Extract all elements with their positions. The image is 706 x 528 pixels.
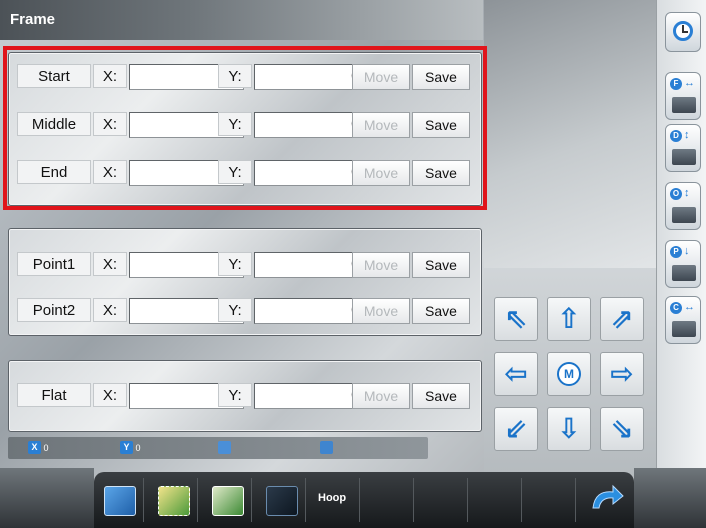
- frame-tool-button[interactable]: [94, 478, 144, 522]
- move-button[interactable]: Move: [352, 160, 410, 186]
- save-button[interactable]: Save: [412, 252, 470, 278]
- y-icon: Y: [120, 441, 133, 454]
- move-down-right-button[interactable]: ⇘: [600, 407, 644, 451]
- frame-points-group: Start X: 0 Y: 0 Move Save Middle X: 0 Y:…: [8, 52, 482, 206]
- dark-frame-icon: [266, 486, 298, 516]
- row-label: Middle: [17, 112, 91, 136]
- shape-status: [320, 441, 333, 455]
- m-icon: M: [557, 362, 581, 386]
- machine-d-icon: D: [670, 130, 682, 142]
- middle-row: Middle X: 0 Y: 0 Move Save: [9, 109, 481, 139]
- row-label: End: [17, 160, 91, 184]
- machine-c-button[interactable]: C ↔: [665, 296, 701, 344]
- save-button[interactable]: Save: [412, 64, 470, 90]
- dark-frame-tool-button[interactable]: [256, 478, 306, 522]
- move-button[interactable]: Move: [352, 112, 410, 138]
- y-label: Y:: [218, 112, 252, 136]
- x-label: X:: [93, 252, 127, 276]
- row-label: Point1: [17, 252, 91, 276]
- save-button[interactable]: Save: [412, 298, 470, 324]
- row-label: Point2: [17, 298, 91, 322]
- y-coordinate-status: Y 0: [120, 441, 141, 455]
- bottom-right-panel: [634, 468, 706, 528]
- back-arrow-icon: [592, 484, 624, 509]
- machine-f-button[interactable]: F ↔: [665, 72, 701, 120]
- flat-group: Flat X: 0 Y: 0 Move Save: [8, 360, 482, 432]
- start-row: Start X: 0 Y: 0 Move Save: [9, 61, 481, 91]
- move-button[interactable]: Move: [352, 298, 410, 324]
- y-label: Y:: [218, 252, 252, 276]
- move-up-right-button[interactable]: ⇗: [600, 297, 644, 341]
- save-button[interactable]: Save: [412, 383, 470, 409]
- hoop-label: Hoop: [318, 492, 347, 504]
- y-label: Y:: [218, 298, 252, 322]
- extra-points-group: Point1 X: 0 Y: 0 Move Save Point2 X: 0 Y…: [8, 228, 482, 336]
- toolbar-slot-6[interactable]: [364, 478, 414, 522]
- machine-p-icon: P: [670, 246, 682, 258]
- move-up-left-button[interactable]: ⇖: [494, 297, 538, 341]
- page-icon: [218, 441, 231, 454]
- move-button[interactable]: Move: [352, 383, 410, 409]
- x-label: X:: [93, 112, 127, 136]
- x-label: X:: [93, 64, 127, 88]
- move-button[interactable]: Move: [352, 64, 410, 90]
- x-coordinate-status: X 0: [28, 441, 49, 455]
- toolbar-slot-9[interactable]: [526, 478, 576, 522]
- toolbar-slot-7[interactable]: [418, 478, 468, 522]
- image-icon: [212, 486, 244, 516]
- save-button[interactable]: Save: [412, 160, 470, 186]
- image-tool-button[interactable]: [202, 478, 252, 522]
- toolbar-slot-8[interactable]: [472, 478, 522, 522]
- shape-icon: [320, 441, 333, 454]
- move-center-button[interactable]: M: [547, 352, 591, 396]
- status-bar: X 0 Y 0: [8, 437, 428, 459]
- bottom-left-panel: [0, 468, 94, 528]
- page-status: [218, 441, 231, 455]
- move-left-button[interactable]: ⇦: [494, 352, 538, 396]
- back-button[interactable]: [580, 478, 630, 522]
- side-toolbar: F ↔ D ↕ O ↕ P ↓ C ↔: [656, 0, 706, 528]
- machine-o-button[interactable]: O ↕: [665, 182, 701, 230]
- move-button[interactable]: Move: [352, 252, 410, 278]
- machine-p-button[interactable]: P ↓: [665, 240, 701, 288]
- end-row: End X: 0 Y: 0 Move Save: [9, 157, 481, 187]
- x-label: X:: [93, 298, 127, 322]
- frame-target-icon: [104, 486, 136, 516]
- y-label: Y:: [218, 64, 252, 88]
- x-coordinate-value: 0: [43, 443, 49, 453]
- bottom-toolbar: Hoop: [94, 472, 634, 528]
- move-right-button[interactable]: ⇨: [600, 352, 644, 396]
- move-down-button[interactable]: ⇩: [547, 407, 591, 451]
- flat-row: Flat X: 0 Y: 0 Move Save: [9, 380, 481, 410]
- x-label: X:: [93, 383, 127, 407]
- move-up-button[interactable]: ⇧: [547, 297, 591, 341]
- preview-area: [484, 0, 656, 268]
- landscape-tool-button[interactable]: [148, 478, 198, 522]
- landscape-icon: [158, 486, 190, 516]
- hoop-button[interactable]: Hoop: [310, 478, 360, 522]
- machine-c-icon: C: [670, 302, 682, 314]
- save-button[interactable]: Save: [412, 112, 470, 138]
- machine-d-button[interactable]: D ↕: [665, 124, 701, 172]
- move-down-left-button[interactable]: ⇙: [494, 407, 538, 451]
- row-label: Flat: [17, 383, 91, 407]
- clock-button[interactable]: [665, 12, 701, 52]
- y-label: Y:: [218, 160, 252, 184]
- machine-o-icon: O: [670, 188, 682, 200]
- page-title: Frame: [0, 0, 483, 40]
- point2-row: Point2 X: 0 Y: 0 Move Save: [9, 295, 481, 325]
- row-label: Start: [17, 64, 91, 88]
- point1-row: Point1 X: 0 Y: 0 Move Save: [9, 249, 481, 279]
- machine-f-icon: F: [670, 78, 682, 90]
- x-label: X:: [93, 160, 127, 184]
- x-icon: X: [28, 441, 41, 454]
- y-label: Y:: [218, 383, 252, 407]
- y-coordinate-value: 0: [135, 443, 141, 453]
